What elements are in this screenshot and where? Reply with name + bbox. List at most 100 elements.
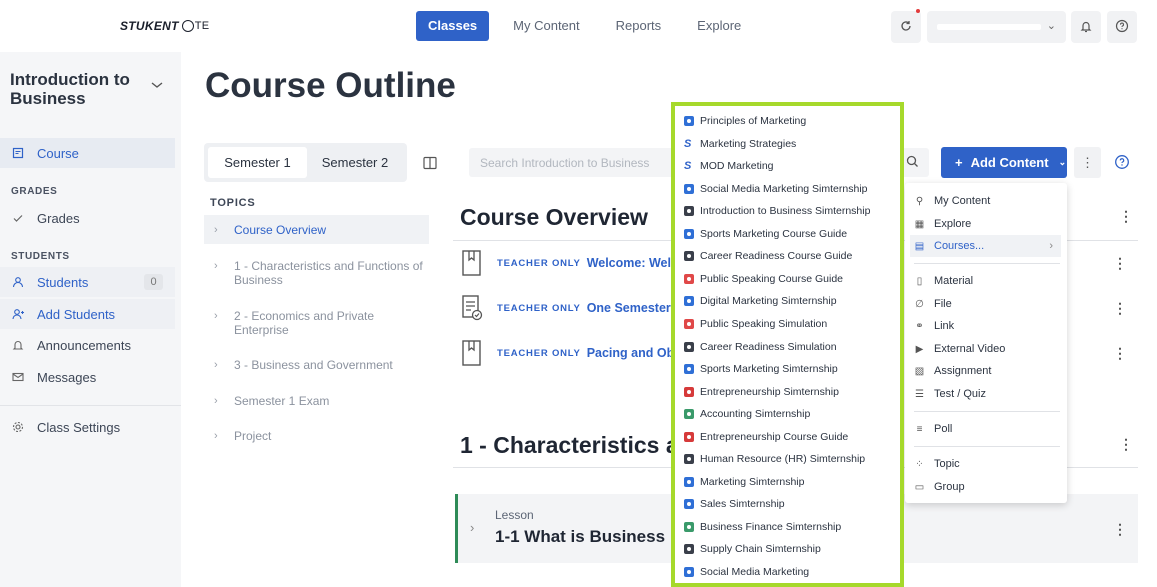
menu-item-external-video[interactable]: ▶ External Video xyxy=(910,338,1061,360)
sidebar-item-students[interactable]: Students 0 xyxy=(0,267,175,297)
menu-item-poll[interactable]: ≡ Poll xyxy=(910,418,1061,440)
sidebar-item-announcements[interactable]: Announcements xyxy=(0,330,175,360)
sidebar-item-add-students[interactable]: Add Students xyxy=(0,299,175,329)
topic-semester-1-exam[interactable]: › Semester 1 Exam xyxy=(204,394,429,408)
sidebar-item-label: Course xyxy=(37,145,79,161)
course-menu-item[interactable]: Marketing Simternship xyxy=(684,474,804,490)
tab-semester-1[interactable]: Semester 1 xyxy=(208,147,307,178)
nav-my-content[interactable]: My Content xyxy=(495,11,597,41)
topic-3[interactable]: › 3 - Business and Government xyxy=(204,358,429,372)
chevron-right-icon[interactable]: › xyxy=(470,520,474,535)
course-menu-item[interactable]: Human Resource (HR) Simternship xyxy=(684,451,865,467)
content-item-welcome[interactable]: TEACHER ONLY Welcome: Welco xyxy=(460,248,686,278)
notifications-button[interactable] xyxy=(1071,11,1101,43)
content-item-one-semester[interactable]: TEACHER ONLY One Semester P xyxy=(460,293,683,323)
play-icon: ▶ xyxy=(915,343,924,355)
sidebar-item-grades[interactable]: Grades xyxy=(0,203,175,233)
menu-item-courses[interactable]: ▤ Courses... › xyxy=(910,235,1061,257)
kebab-icon[interactable]: ⋮ xyxy=(1113,345,1127,362)
course-title[interactable]: Introduction to Business xyxy=(10,70,140,108)
menu-item-assignment[interactable]: ▧ Assignment xyxy=(910,360,1061,382)
course-menu-label: Social Media Marketing Simternship xyxy=(700,182,868,195)
search-icon[interactable] xyxy=(906,155,919,168)
more-options-button[interactable]: ⋮ xyxy=(1074,147,1101,178)
course-menu-item[interactable]: Supply Chain Simternship xyxy=(684,541,821,557)
section-heading-ch1: 1 - Characteristics a xyxy=(460,432,679,458)
help-icon[interactable] xyxy=(1114,154,1130,170)
course-badge-icon xyxy=(684,499,694,510)
content-title[interactable]: One Semester P xyxy=(587,301,683,315)
account-select[interactable]: ⌄ xyxy=(927,11,1066,43)
course-menu-item[interactable]: Accounting Simternship xyxy=(684,406,810,422)
tab-semester-2[interactable]: Semester 2 xyxy=(307,147,403,178)
kebab-icon[interactable]: ⋮ xyxy=(1119,208,1133,225)
topic-project[interactable]: › Project xyxy=(204,429,429,443)
plus-icon: + xyxy=(955,155,963,170)
mail-icon xyxy=(11,370,25,384)
menu-item-link[interactable]: ⚭ Link xyxy=(910,315,1061,337)
panel-toggle-icon[interactable] xyxy=(423,156,437,170)
nav-classes[interactable]: Classes xyxy=(416,11,490,41)
course-menu-item[interactable]: Principles of Marketing xyxy=(684,113,806,129)
sidebar-item-course[interactable]: Course xyxy=(0,138,175,168)
course-menu-label: Career Readiness Simulation xyxy=(700,340,837,353)
course-menu-item[interactable]: S MOD Marketing xyxy=(684,158,774,174)
refresh-button[interactable] xyxy=(891,9,921,43)
menu-item-file[interactable]: ∅ File xyxy=(910,293,1061,315)
topic-2[interactable]: › 2 - Economics and Private Enterprise xyxy=(204,309,429,337)
menu-item-my-content[interactable]: ⚲ My Content xyxy=(910,190,1061,212)
menu-item-label: Assignment xyxy=(934,365,992,377)
topic-icon: ⁘ xyxy=(915,458,924,470)
course-menu-item[interactable]: Public Speaking Course Guide xyxy=(684,271,843,287)
course-menu-item[interactable]: Social Media Marketing xyxy=(684,564,809,580)
search-input[interactable] xyxy=(469,148,669,177)
nav-reports[interactable]: Reports xyxy=(598,11,680,41)
menu-item-material[interactable]: ▯ Material xyxy=(910,270,1061,292)
course-menu-item[interactable]: Social Media Marketing Simternship xyxy=(684,181,868,197)
help-button[interactable] xyxy=(1107,11,1137,43)
chevron-down-icon[interactable] xyxy=(150,80,164,90)
menu-item-topic[interactable]: ⁘ Topic xyxy=(910,453,1061,475)
sidebar: Introduction to Business Course GRADES G… xyxy=(0,52,181,587)
menu-divider xyxy=(914,446,1060,447)
menu-item-label: Link xyxy=(934,320,955,332)
course-menu-item[interactable]: Business Finance Simternship xyxy=(684,519,841,535)
course-menu-label: Entrepreneurship Course Guide xyxy=(700,430,849,443)
courses-submenu: Principles of Marketing S Marketing Strate… xyxy=(671,102,904,587)
course-menu-item[interactable]: Career Readiness Course Guide xyxy=(684,248,852,264)
course-menu-item[interactable]: Sports Marketing Course Guide xyxy=(684,226,847,242)
course-menu-item[interactable]: Public Speaking Simulation xyxy=(684,316,827,332)
kebab-icon[interactable]: ⋮ xyxy=(1113,300,1127,317)
kebab-icon[interactable]: ⋮ xyxy=(1113,521,1127,538)
course-menu-item[interactable]: Entrepreneurship Simternship xyxy=(684,384,839,400)
sidebar-item-class-settings[interactable]: Class Settings xyxy=(0,412,175,442)
sidebar-item-messages[interactable]: Messages xyxy=(0,362,175,392)
menu-item-group[interactable]: ▭ Group xyxy=(910,476,1061,498)
nav-explore[interactable]: Explore xyxy=(679,11,759,41)
course-menu-label: Sports Marketing Simternship xyxy=(700,363,838,376)
content-title[interactable]: Pacing and Obje xyxy=(587,346,685,360)
topic-course-overview[interactable]: › Course Overview xyxy=(204,215,429,244)
course-menu-item[interactable]: Introduction to Business Simternship xyxy=(684,203,870,219)
bell-icon xyxy=(1080,21,1092,33)
course-menu-item[interactable]: Sports Marketing Simternship xyxy=(684,361,838,377)
menu-item-test-quiz[interactable]: ☰ Test / Quiz xyxy=(910,383,1061,405)
topic-1[interactable]: › 1 - Characteristics and Functions of B… xyxy=(204,259,429,287)
add-content-button[interactable]: + Add Content ⌄ xyxy=(941,147,1067,178)
menu-item-explore[interactable]: ▦ Explore xyxy=(910,213,1061,235)
menu-item-label: External Video xyxy=(934,343,1006,355)
course-menu-label: Career Readiness Course Guide xyxy=(700,250,853,263)
course-menu-item[interactable]: S Marketing Strategies xyxy=(684,136,796,152)
course-menu-item[interactable]: Digital Marketing Simternship xyxy=(684,293,837,309)
lesson-title[interactable]: 1-1 What is Business xyxy=(495,527,665,547)
lesson-type-label: Lesson xyxy=(495,508,534,522)
kebab-icon[interactable]: ⋮ xyxy=(1119,436,1133,453)
notification-dot xyxy=(916,9,920,13)
course-menu-item[interactable]: Career Readiness Simulation xyxy=(684,339,837,355)
course-menu-item[interactable]: Entrepreneurship Course Guide xyxy=(684,429,848,445)
stukent-logo[interactable]: STUKENT TE xyxy=(120,19,209,33)
kebab-icon[interactable]: ⋮ xyxy=(1113,255,1127,272)
content-item-pacing[interactable]: TEACHER ONLY Pacing and Obje xyxy=(460,338,685,368)
course-menu-label: MOD Marketing xyxy=(700,160,774,173)
course-menu-item[interactable]: Sales Simternship xyxy=(684,496,785,512)
